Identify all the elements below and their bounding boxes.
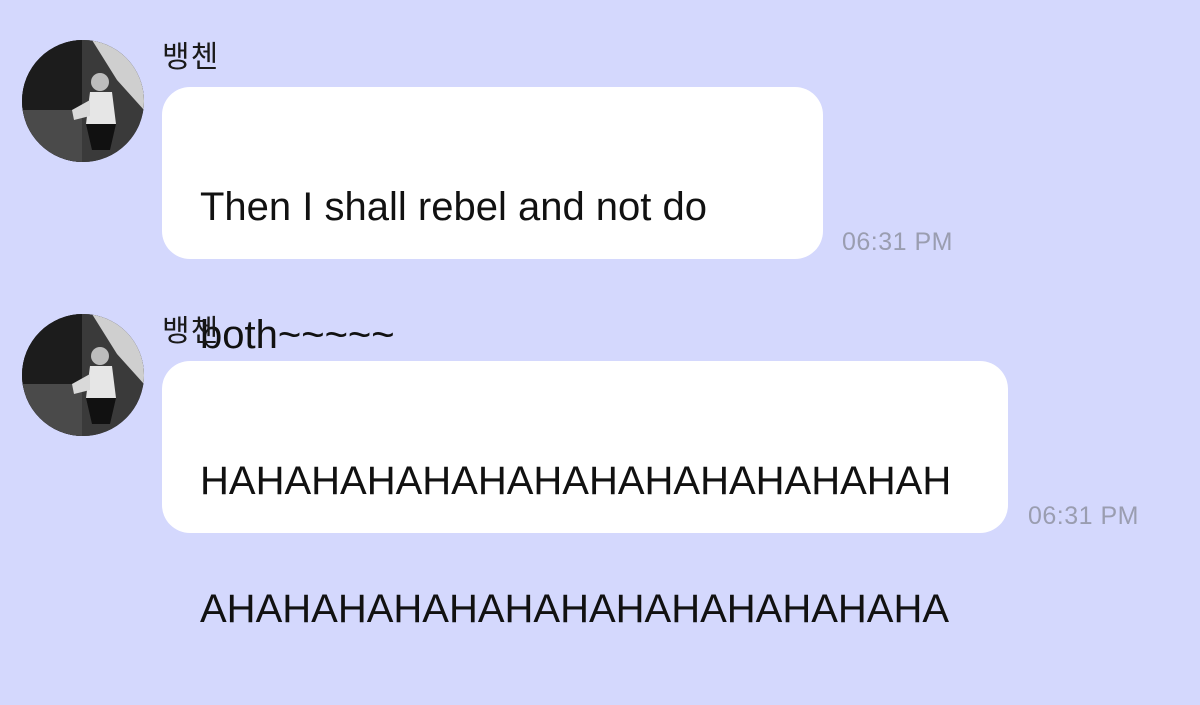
avatar[interactable] [22, 40, 144, 162]
message-line: AHAHAHAHAHAHAHAHAHAHAHAHAHA [200, 587, 950, 631]
avatar-photo-icon [22, 314, 144, 436]
sender-name: 뱅첸 [162, 40, 220, 75]
message-timestamp: 06:31 PM [842, 228, 954, 256]
message-timestamp: 06:31 PM [1028, 502, 1140, 530]
avatar[interactable] [22, 314, 144, 436]
message-bubble[interactable]: HAHAHAHAHAHAHAHAHAHAHAHAHAH AHAHAHAHAHAH… [162, 361, 1008, 631]
message-line: both~~~~~ [200, 313, 395, 357]
chat-view: 뱅첸 Then I shall rebel and not do both~~~… [0, 0, 1200, 631]
avatar-photo-icon [22, 40, 144, 162]
message-line: HAHAHAHAHAHAHAHAHAHAHAHAHAH [200, 459, 952, 503]
sender-name: 뱅첸 [162, 314, 220, 349]
message-text: HAHAHAHAHAHAHAHAHAHAHAHAHAH AHAHAHAHAHAH… [200, 385, 970, 705]
message-line: Then I shall rebel and not do [200, 185, 708, 229]
message-bubble[interactable]: Then I shall rebel and not do both~~~~~ [162, 87, 823, 357]
